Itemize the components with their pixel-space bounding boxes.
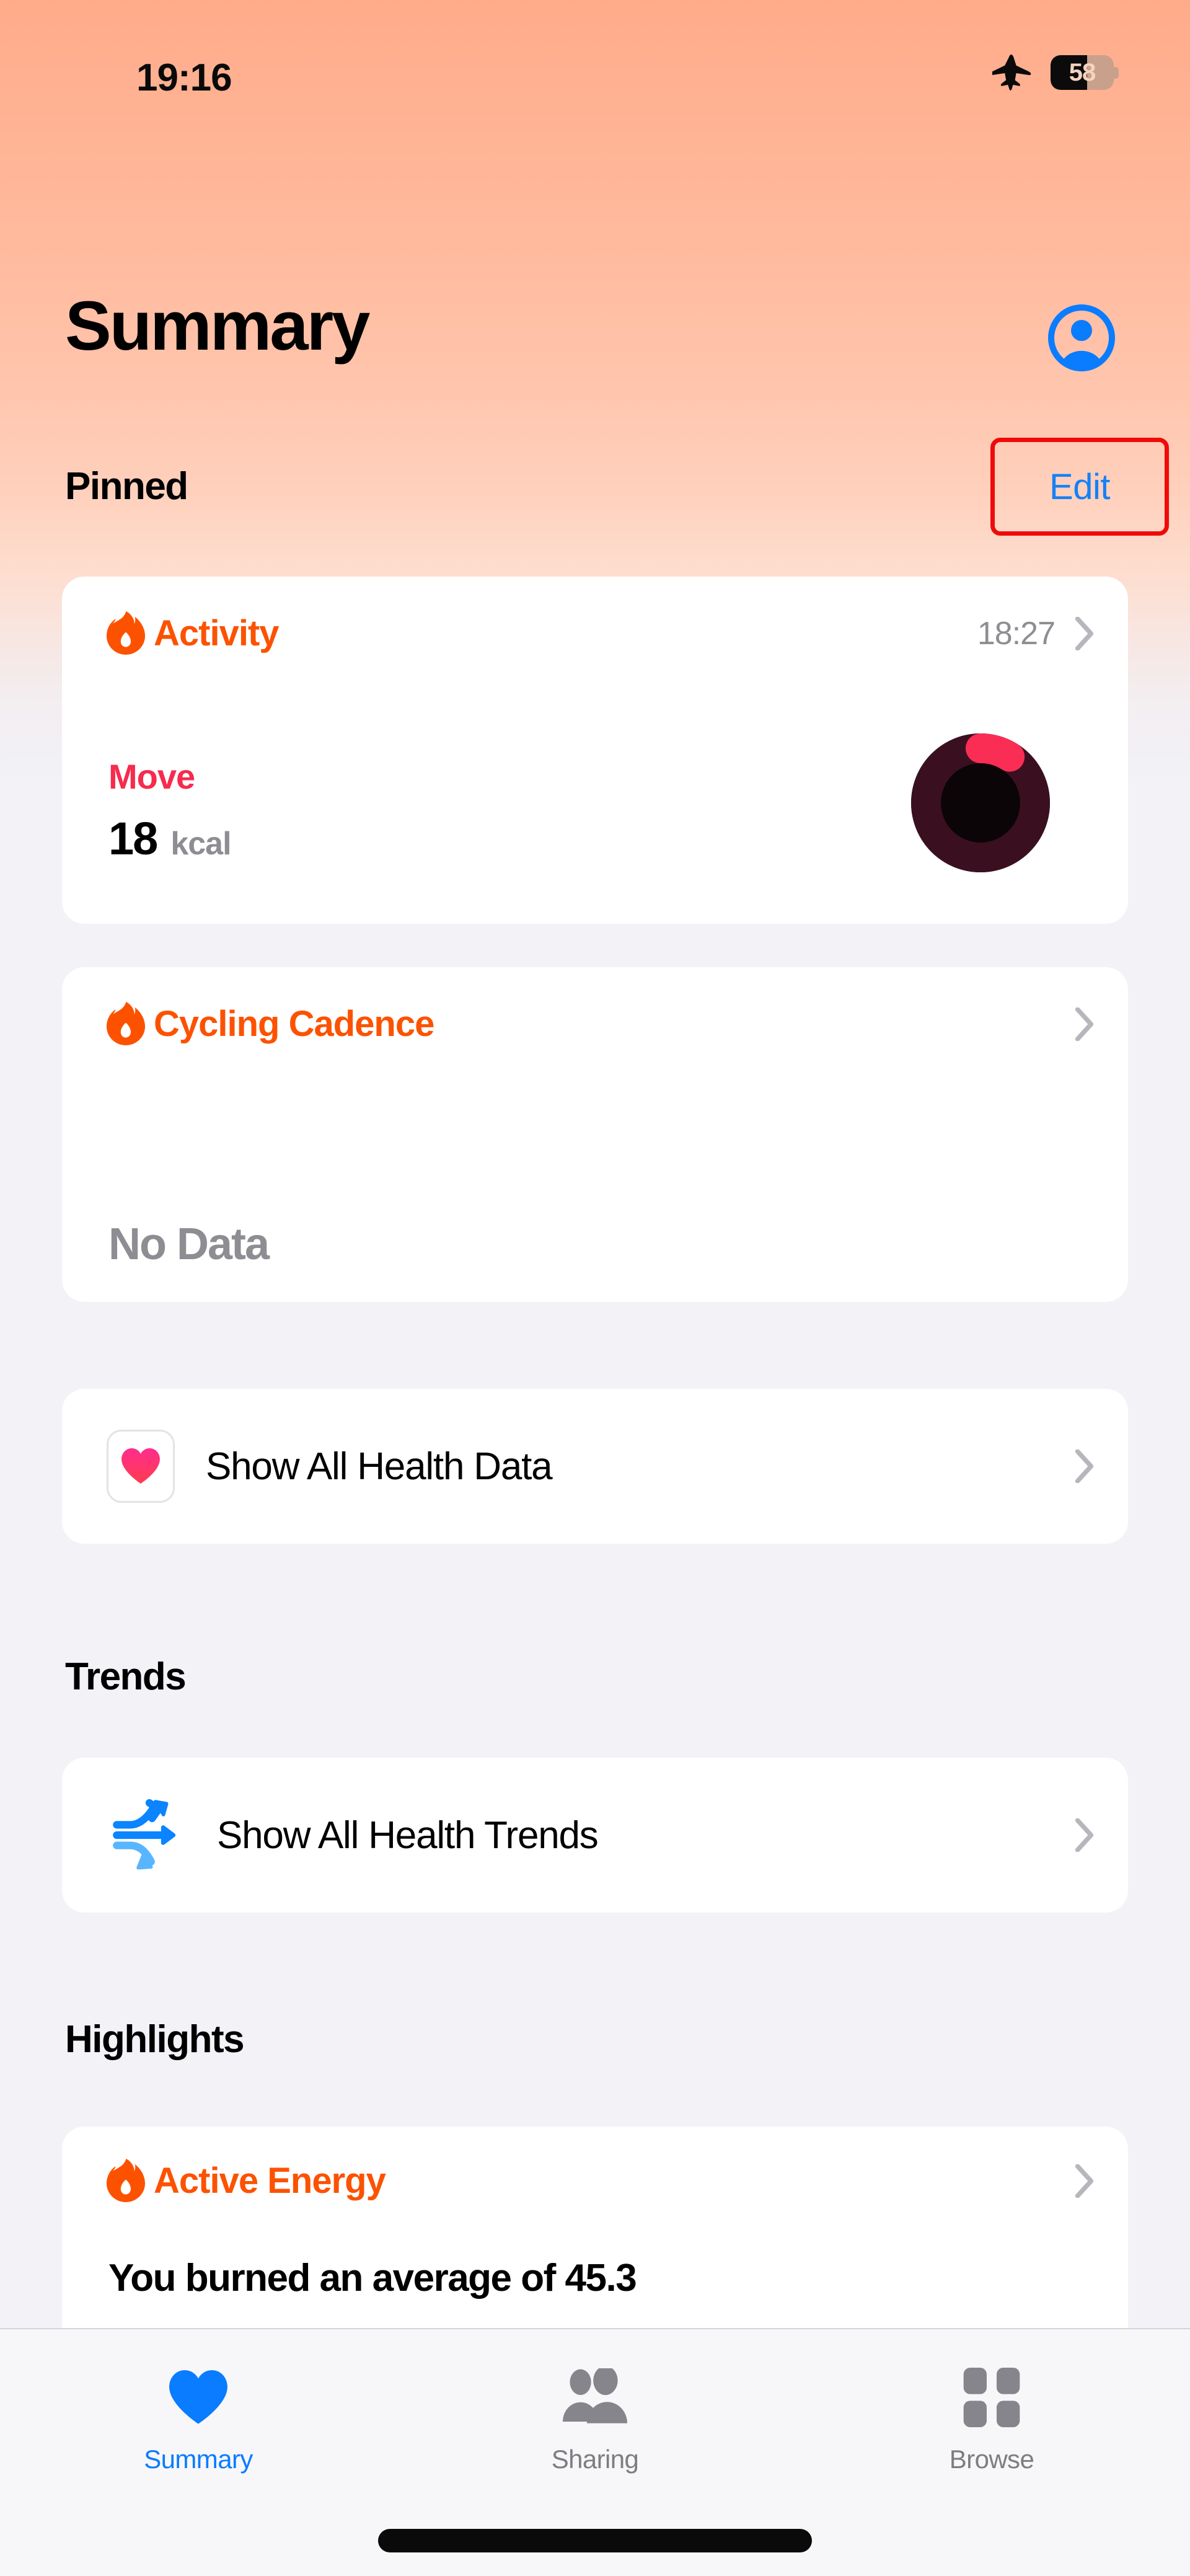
sharing-tab-icon-wrap [563, 2365, 627, 2430]
highlights-section-title: Highlights [65, 2012, 244, 2068]
status-bar-indicators: 58 [992, 55, 1119, 91]
show-all-health-trends-row[interactable]: Show All Health Trends [62, 1758, 1128, 1913]
highlights-section-header: Highlights [0, 2012, 1190, 2068]
trends-section-header: Trends [0, 1649, 1190, 1705]
tab-summary-label: Summary [144, 2445, 253, 2474]
activity-card-timestamp: 18:27 [977, 615, 1055, 652]
chevron-right-icon [1075, 2164, 1094, 2198]
home-indicator[interactable] [378, 2529, 812, 2552]
browse-tab-icon-wrap [963, 2365, 1020, 2430]
trends-arrows-icon [112, 1797, 187, 1873]
flame-icon [107, 611, 145, 655]
tab-browse-label: Browse [950, 2445, 1034, 2474]
pinned-section-header: Pinned Edit [0, 459, 1190, 515]
profile-avatar-icon [1047, 304, 1116, 372]
heart-icon-tile [107, 1430, 175, 1503]
chevron-right-icon [1075, 617, 1094, 650]
airplane-mode-icon [992, 55, 1032, 91]
cycling-card-header: Cycling Cadence [62, 1002, 1128, 1045]
heart-icon [169, 2370, 228, 2425]
chevron-right-icon [1075, 1007, 1094, 1041]
tab-browse[interactable]: Browse [793, 2329, 1190, 2515]
cycling-no-data-text: No Data [108, 1219, 268, 1270]
activity-card-title: Activity [154, 613, 279, 654]
activity-card-header: Activity [62, 611, 1128, 655]
tab-sharing[interactable]: Sharing [397, 2329, 793, 2515]
edit-button[interactable]: Edit [990, 438, 1169, 536]
chevron-right-icon [1075, 1818, 1094, 1852]
edit-button-label: Edit [1049, 466, 1110, 508]
grid-squares-icon [963, 2368, 1020, 2427]
status-bar-clock: 19:16 [136, 56, 232, 100]
flame-icon [107, 1002, 145, 1045]
activity-card[interactable]: Activity 18:27 Move 18 kcal [62, 577, 1128, 924]
pinned-section-title: Pinned [65, 459, 188, 515]
heart-icon [121, 1448, 160, 1484]
flame-icon [107, 2159, 145, 2202]
people-icon [563, 2368, 627, 2427]
active-energy-body-text: You burned an average of 45.3 [108, 2255, 1051, 2301]
show-all-health-trends-label: Show All Health Trends [217, 1813, 598, 1857]
trends-section-title: Trends [65, 1649, 185, 1705]
active-energy-card-title: Active Energy [154, 2160, 386, 2202]
status-bar: 19:16 58 [0, 0, 1190, 118]
cycling-cadence-card[interactable]: Cycling Cadence No Data [62, 967, 1128, 1302]
tab-summary[interactable]: Summary [0, 2329, 397, 2515]
activity-move-value-row: 18 kcal [108, 812, 231, 865]
show-all-health-data-label: Show All Health Data [206, 1445, 552, 1489]
summary-tab-icon-wrap [169, 2365, 228, 2430]
activity-move-ring [906, 728, 1055, 877]
tab-bar: Summary Sharing [0, 2328, 1190, 2576]
chevron-right-icon [1075, 1450, 1094, 1483]
page-title: Summary [65, 291, 368, 361]
activity-move-value: 18 [108, 812, 157, 865]
cycling-card-title: Cycling Cadence [154, 1003, 434, 1045]
activity-move-unit: kcal [170, 825, 231, 862]
show-all-health-data-row[interactable]: Show All Health Data [62, 1389, 1128, 1544]
battery-percent-label: 58 [1051, 55, 1114, 90]
active-energy-card-header: Active Energy [62, 2159, 1128, 2202]
battery-icon: 58 [1051, 55, 1119, 90]
profile-avatar-button[interactable] [1047, 304, 1116, 372]
tab-sharing-label: Sharing [552, 2445, 639, 2474]
activity-ring-icon [906, 728, 1055, 877]
activity-move-label: Move [108, 756, 195, 797]
